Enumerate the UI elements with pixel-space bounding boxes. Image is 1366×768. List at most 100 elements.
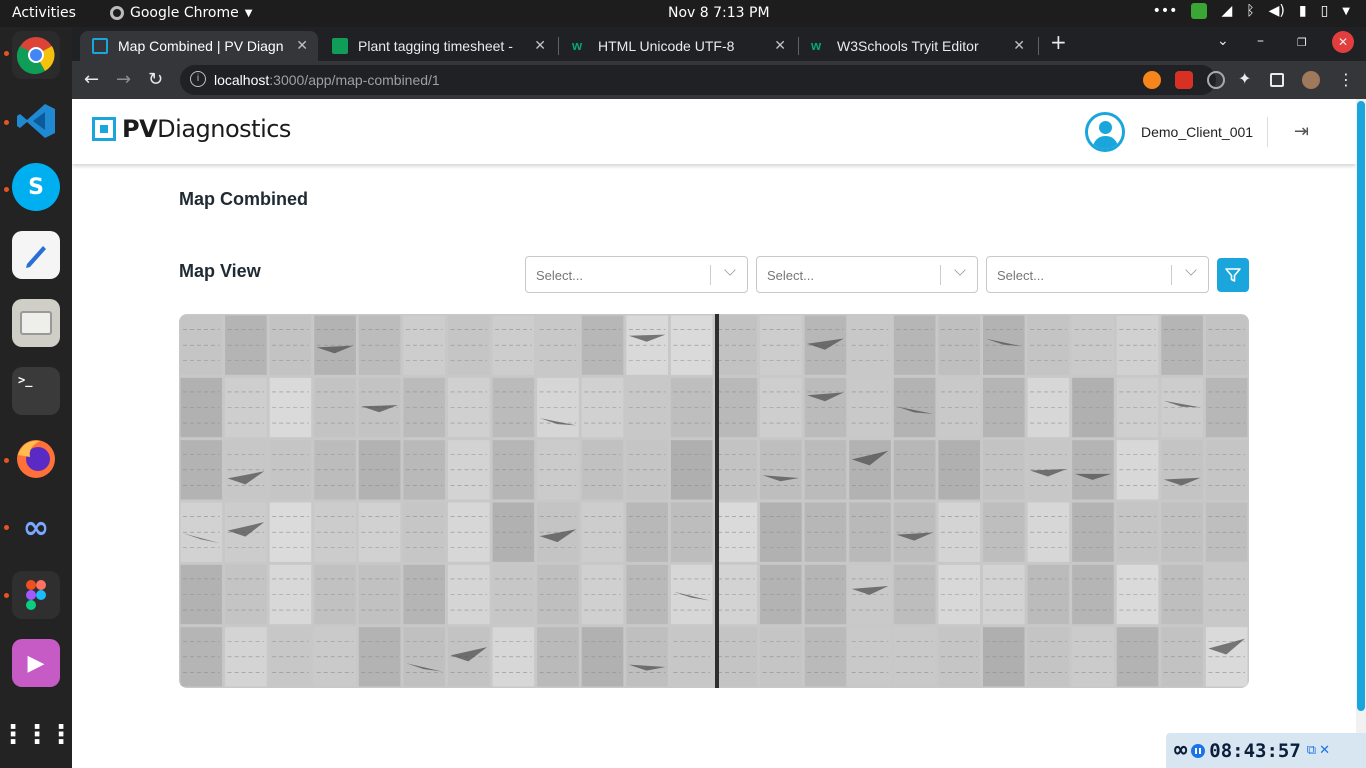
close-icon[interactable]: ✕ <box>1319 743 1330 758</box>
tab-title: Map Combined | PV Diagn <box>118 38 284 54</box>
running-indicator <box>4 525 9 530</box>
username-label[interactable]: Demo_Client_001 <box>1141 124 1253 140</box>
funnel-icon <box>1225 268 1241 282</box>
tab-title: HTML Unicode UTF-8 <box>598 38 735 54</box>
activities-button[interactable]: Activities <box>12 5 76 21</box>
files-icon[interactable] <box>12 299 60 347</box>
app-header: PVDiagnostics Demo_Client_001 ⇥ <box>72 99 1356 164</box>
infinity-app-icon[interactable]: ∞ <box>12 503 60 551</box>
filter-button[interactable] <box>1217 258 1249 292</box>
tab-plant-tagging[interactable]: Plant tagging timesheet - ✕ <box>320 31 556 61</box>
wifi-icon[interactable]: ◢ <box>1221 3 1232 19</box>
minimize-icon[interactable]: – <box>1257 33 1264 49</box>
url-text: localhost:3000/app/map-combined/1 <box>214 72 440 88</box>
select-placeholder: Select... <box>997 268 1044 283</box>
sheets-favicon-icon <box>332 38 348 54</box>
running-indicator <box>4 593 9 598</box>
figma-icon[interactable] <box>12 571 60 619</box>
panel-grid-graphic <box>180 314 1248 688</box>
forward-arrow-icon[interactable]: → <box>116 69 131 90</box>
timer-value: 08:43:57 <box>1209 739 1301 762</box>
time-tracker-widget[interactable]: ∞ 08:43:57 ⧉ ✕ <box>1166 733 1366 768</box>
extension-circle-icon[interactable] <box>1207 71 1225 89</box>
user-avatar-icon[interactable] <box>1085 112 1125 152</box>
filter-select-1[interactable]: Select... <box>525 256 748 293</box>
tab-title: Plant tagging timesheet - <box>358 38 513 54</box>
web-page: PVDiagnostics Demo_Client_001 ⇥ Map Comb… <box>72 99 1366 768</box>
app-menu-label: Google Chrome <box>130 5 239 21</box>
tab-search-chevron-icon[interactable]: ⌄ <box>1217 33 1229 49</box>
battery-icon[interactable]: ▯ <box>1321 3 1329 19</box>
address-bar[interactable]: i localhost:3000/app/map-combined/1 ⋖ ☆ <box>180 65 1216 95</box>
volume-icon[interactable]: ◀) <box>1269 3 1285 19</box>
extensions-puzzle-icon[interactable]: ✦ <box>1238 69 1256 88</box>
chevron-down-icon <box>954 264 966 276</box>
new-tab-icon[interactable]: + <box>1050 30 1067 54</box>
select-placeholder: Select... <box>767 268 814 283</box>
tab-title: W3Schools Tryit Editor <box>837 38 979 54</box>
close-icon[interactable]: ✕ <box>774 37 786 54</box>
select-separator <box>1171 265 1172 285</box>
profile-avatar-icon[interactable] <box>1302 71 1320 89</box>
skype-icon[interactable]: S <box>12 163 60 211</box>
running-indicator <box>4 51 9 56</box>
metamask-extension-icon[interactable] <box>1143 71 1161 89</box>
extension-red-icon[interactable] <box>1175 71 1193 89</box>
bluetooth-icon[interactable]: ᛒ <box>1246 3 1254 19</box>
running-indicator <box>4 120 9 125</box>
infinity-icon: ∞ <box>1174 738 1188 763</box>
text-editor-icon[interactable] <box>12 231 60 279</box>
site-info-icon[interactable]: i <box>190 71 206 87</box>
filter-select-3[interactable]: Select... <box>986 256 1209 293</box>
filter-select-2[interactable]: Select... <box>756 256 978 293</box>
side-panel-icon[interactable] <box>1270 73 1284 87</box>
caret-down-icon: ▼ <box>244 7 253 19</box>
select-separator <box>710 265 711 285</box>
chrome-icon[interactable] <box>12 31 60 79</box>
select-separator <box>940 265 941 285</box>
close-window-icon[interactable]: ✕ <box>1332 31 1354 53</box>
chrome-menu-icon[interactable]: ⋮ <box>1338 70 1354 89</box>
close-icon[interactable]: ✕ <box>296 37 308 54</box>
brand-name: PVDiagnostics <box>122 115 291 143</box>
pvdiagnostics-logo[interactable]: PVDiagnostics <box>92 115 291 143</box>
show-apps-icon[interactable]: ⋮⋮⋮ <box>0 711 74 759</box>
back-arrow-icon[interactable]: ← <box>84 69 99 90</box>
reload-icon[interactable]: ↻ <box>148 69 163 90</box>
ubuntu-dock: S >_ ∞ ▶ ⋮⋮⋮ <box>0 27 74 768</box>
vscode-icon[interactable] <box>12 97 60 145</box>
solar-panel-el-map-image[interactable] <box>179 314 1249 688</box>
tab-html-unicode[interactable]: w HTML Unicode UTF-8 ✕ <box>560 31 796 61</box>
select-placeholder: Select... <box>536 268 583 283</box>
popout-icon[interactable]: ⧉ <box>1307 743 1316 758</box>
app-menu[interactable]: Google Chrome ▼ <box>110 5 252 21</box>
w3schools-favicon-icon: w <box>572 38 583 53</box>
logout-icon[interactable]: ⇥ <box>1294 121 1309 142</box>
tab-map-combined[interactable]: Map Combined | PV Diagn ✕ <box>80 31 318 61</box>
page-scrollbar[interactable] <box>1356 99 1366 768</box>
shield-check-icon[interactable] <box>1191 3 1208 19</box>
tab-separator <box>1038 37 1039 55</box>
microphone-icon[interactable]: ▮ <box>1299 3 1307 19</box>
tab-separator <box>558 37 559 55</box>
browser-toolbar: ← → ↻ i localhost:3000/app/map-combined/… <box>72 61 1366 99</box>
close-icon[interactable]: ✕ <box>534 37 546 54</box>
chrome-small-icon <box>110 6 124 20</box>
tab-w3schools-tryit[interactable]: w W3Schools Tryit Editor ✕ <box>799 31 1035 61</box>
system-top-bar: Activities Google Chrome ▼ Nov 8 7:13 PM… <box>0 0 1366 27</box>
restore-icon[interactable]: ❐ <box>1297 36 1307 49</box>
caret-down-icon[interactable]: ▼ <box>1342 6 1350 17</box>
chevron-down-icon <box>724 264 736 276</box>
w3schools-favicon-icon: w <box>811 38 822 53</box>
pause-icon[interactable] <box>1191 743 1206 758</box>
close-icon[interactable]: ✕ <box>1013 37 1025 54</box>
scrollbar-thumb[interactable] <box>1357 101 1365 711</box>
system-clock[interactable]: Nov 8 7:13 PM <box>668 5 770 21</box>
pvdiagnostics-favicon-icon <box>92 38 108 54</box>
terminal-icon[interactable]: >_ <box>12 367 60 415</box>
video-player-icon[interactable]: ▶ <box>12 639 60 687</box>
chevron-down-icon <box>1185 264 1197 276</box>
firefox-icon[interactable] <box>12 435 60 483</box>
more-icon[interactable]: ••• <box>1153 3 1178 19</box>
system-tray[interactable]: ••• ◢ ᛒ ◀) ▮ ▯ ▼ <box>1153 3 1350 19</box>
